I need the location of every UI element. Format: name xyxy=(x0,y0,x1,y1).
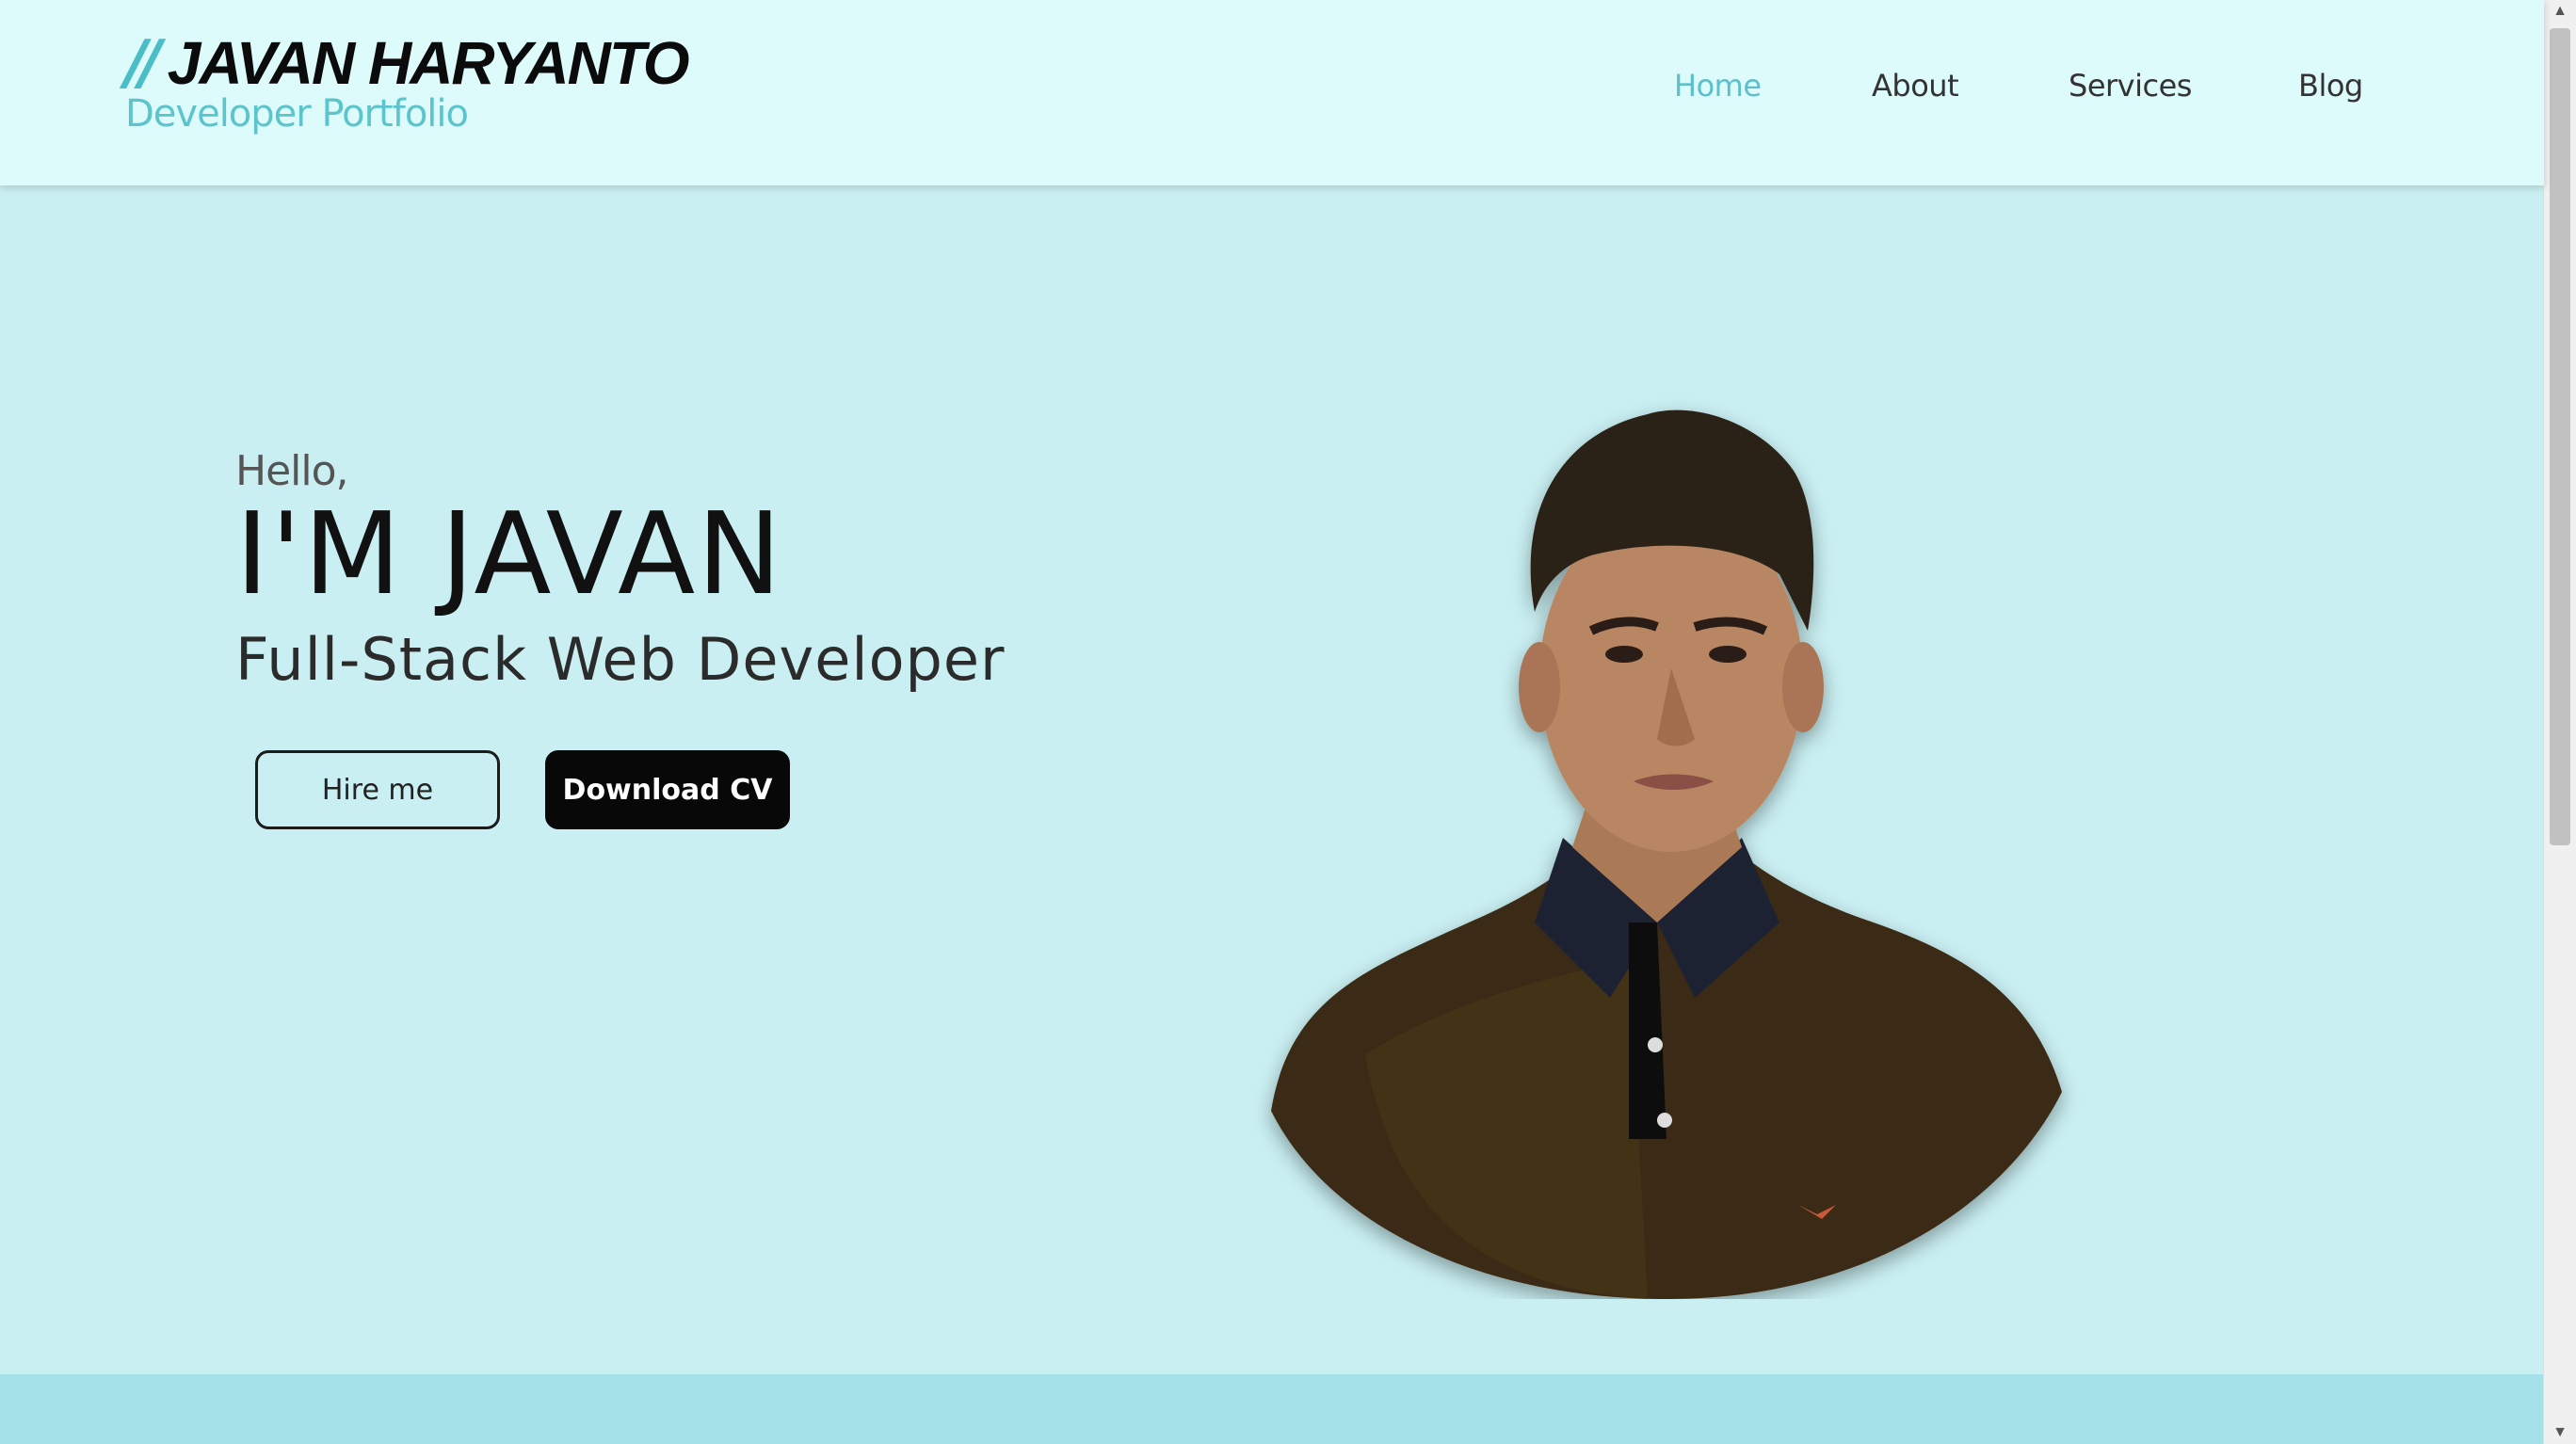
logo[interactable]: // JAVAN HARYANTO Developer Portfolio xyxy=(125,28,690,136)
hero-headline: I'M JAVAN xyxy=(235,489,784,620)
nav-blog[interactable]: Blog xyxy=(2298,68,2363,104)
logo-slash-mark: // xyxy=(125,28,162,98)
next-section-band xyxy=(0,1374,2544,1444)
hero-greeting: Hello, xyxy=(235,447,349,495)
logo-subtitle: Developer Portfolio xyxy=(125,92,469,136)
hire-me-button[interactable]: Hire me xyxy=(255,750,500,829)
scroll-down-arrow-icon[interactable]: ▼ xyxy=(2544,1421,2576,1444)
download-cv-button[interactable]: Download CV xyxy=(545,750,790,829)
logo-name: JAVAN HARYANTO xyxy=(167,29,690,97)
hero-subtitle: Full-Stack Web Developer xyxy=(235,625,1006,694)
hero-intro: Hello, I'M JAVAN Full-Stack Web Develope… xyxy=(235,447,1006,694)
nav-about[interactable]: About xyxy=(1872,68,1959,104)
site-header: // JAVAN HARYANTO Developer Portfolio Ho… xyxy=(0,0,2544,185)
nav-home[interactable]: Home xyxy=(1674,68,1762,104)
hero-actions: Hire me Download CV xyxy=(255,750,790,829)
nav-services[interactable]: Services xyxy=(2069,68,2192,104)
vertical-scrollbar[interactable]: ▲ ▼ xyxy=(2543,0,2576,1444)
profile-portrait xyxy=(1271,409,2062,1299)
scrollbar-thumb[interactable] xyxy=(2550,28,2570,845)
scroll-up-arrow-icon[interactable]: ▲ xyxy=(2544,0,2576,23)
